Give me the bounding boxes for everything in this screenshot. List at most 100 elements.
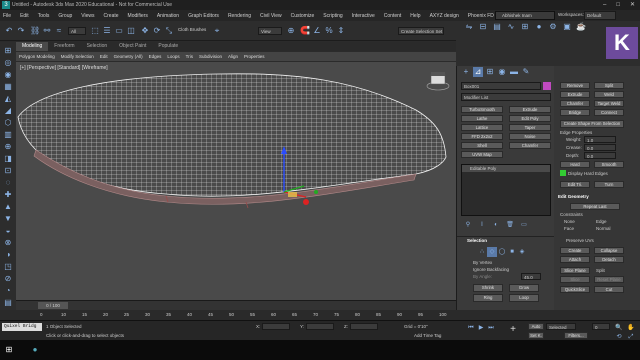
- modifier-list[interactable]: Modifier List: [461, 93, 551, 101]
- repeat-last-button[interactable]: Repeat Last: [570, 203, 620, 210]
- vertex-mode-icon[interactable]: ∴: [477, 247, 487, 257]
- left-tool-icon[interactable]: ◨: [3, 154, 13, 164]
- left-tool-icon[interactable]: ⊘: [3, 274, 13, 284]
- edit-geometry-header[interactable]: Edit Geometry: [558, 194, 589, 199]
- pivot-icon[interactable]: ⊕: [286, 26, 296, 36]
- ring-button[interactable]: Ring: [473, 294, 503, 302]
- show-end-result-icon[interactable]: Ι: [477, 220, 487, 230]
- reset-plane-button[interactable]: Reset Plane: [594, 276, 624, 283]
- redo-icon[interactable]: ↷: [16, 26, 26, 36]
- edge-command-button[interactable]: Connect: [594, 109, 624, 116]
- ribbon-subtab[interactable]: Loops: [164, 52, 182, 61]
- left-tool-icon[interactable]: ▦: [3, 82, 13, 92]
- set-key-icon[interactable]: +: [508, 325, 518, 335]
- left-tool-icon[interactable]: ◎: [3, 58, 13, 68]
- ribbon-subtab[interactable]: Edges: [146, 52, 165, 61]
- slice-plane-button[interactable]: Slice Plane: [560, 267, 590, 274]
- user-account[interactable]: Abhishek Inam: [495, 11, 555, 20]
- play-icon[interactable]: ▶: [476, 323, 486, 333]
- pin-stack-icon[interactable]: ⚲: [463, 220, 473, 230]
- select-object-icon[interactable]: ⬚: [90, 26, 100, 36]
- edge-command-button[interactable]: Remove: [560, 82, 590, 89]
- hierarchy-tab-icon[interactable]: ⊞: [485, 67, 495, 77]
- object-name-field[interactable]: Box001: [461, 82, 541, 90]
- close-icon[interactable]: ✕: [630, 0, 635, 10]
- ribbon-subtab[interactable]: Align: [225, 52, 241, 61]
- curve-editor-icon[interactable]: ∿: [506, 22, 516, 32]
- ribbon-subtab[interactable]: Properties: [241, 52, 268, 61]
- ribbon-tab[interactable]: Object Paint: [113, 42, 152, 51]
- object-color-swatch[interactable]: [543, 82, 551, 90]
- maxscript-listener[interactable]: Quixel Bridg: [2, 323, 42, 331]
- border-mode-icon[interactable]: ◯: [497, 247, 507, 257]
- ribbon-tab[interactable]: Modeling: [16, 42, 49, 51]
- constraint-none-radio[interactable]: None: [564, 219, 575, 224]
- ribbon-tab[interactable]: Populate: [152, 42, 184, 51]
- left-tool-icon[interactable]: ▤: [3, 298, 13, 308]
- reference-coordinate-select[interactable]: View: [258, 27, 282, 35]
- make-unique-icon[interactable]: ◐: [491, 220, 501, 230]
- left-tool-icon[interactable]: ⊕: [3, 142, 13, 152]
- edge-command-button[interactable]: Chamfer: [560, 100, 590, 107]
- grow-button[interactable]: Grow: [509, 284, 539, 292]
- left-tool-icon[interactable]: ▥: [3, 130, 13, 140]
- render-frame-icon[interactable]: ▣: [562, 22, 572, 32]
- viewport-label[interactable]: [+] [Perspective] [Standard] [Wireframe]: [20, 65, 108, 71]
- ribbon-subtab[interactable]: Subdivision: [196, 52, 225, 61]
- left-tool-icon[interactable]: ◌: [3, 178, 13, 188]
- smooth-button[interactable]: Smooth: [594, 161, 624, 168]
- modifier-button[interactable]: Lattice: [461, 124, 503, 131]
- menu-item[interactable]: Modifiers: [128, 13, 148, 19]
- menu-item[interactable]: Views: [81, 13, 94, 19]
- ribbon-subtab[interactable]: Geometry (All): [111, 52, 146, 61]
- ribbon-subtab[interactable]: Polygon Modeling: [16, 52, 58, 61]
- key-filters-button[interactable]: Filters...: [564, 332, 588, 339]
- selection-rollout-header[interactable]: Selection: [467, 238, 487, 243]
- left-tool-icon[interactable]: ◔: [3, 286, 13, 296]
- display-hard-edges-checkbox[interactable]: Display Hard Edges: [568, 171, 608, 176]
- hard-edge-color-swatch[interactable]: [560, 170, 566, 176]
- go-to-start-icon[interactable]: ⏮: [466, 323, 476, 333]
- shrink-button[interactable]: Shrink: [473, 284, 503, 292]
- current-frame-field[interactable]: 0: [592, 323, 610, 330]
- edge-command-button[interactable]: Split: [594, 82, 624, 89]
- menu-item[interactable]: Help: [410, 13, 420, 19]
- edit-tri-button[interactable]: Edit Tri.: [560, 181, 590, 188]
- taskbar-app-icon[interactable]: ●: [30, 345, 40, 355]
- scale-icon[interactable]: ⤡: [164, 26, 174, 36]
- quickslice-button[interactable]: QuickSlice: [560, 286, 590, 293]
- menu-item[interactable]: Rendering: [228, 13, 251, 19]
- perspective-viewport[interactable]: [+] [Perspective] [Standard] [Wireframe]: [16, 62, 456, 300]
- menu-item[interactable]: AXYZ design: [430, 13, 459, 19]
- material-editor-icon[interactable]: ●: [534, 22, 544, 32]
- layer-explorer-icon[interactable]: ▤: [492, 22, 502, 32]
- display-tab-icon[interactable]: ▬: [509, 67, 519, 77]
- polygon-mode-icon[interactable]: ■: [507, 247, 517, 257]
- unlink-icon[interactable]: ⚯: [42, 26, 52, 36]
- configure-sets-icon[interactable]: ▭: [519, 220, 529, 230]
- angle-snap-icon[interactable]: ∠: [312, 26, 322, 36]
- motion-tab-icon[interactable]: ◉: [497, 67, 507, 77]
- menu-item[interactable]: Interactive: [352, 13, 375, 19]
- left-tool-icon[interactable]: ⊗: [3, 238, 13, 248]
- set-key-button[interactable]: Set K.: [528, 332, 544, 339]
- element-mode-icon[interactable]: ◈: [517, 247, 527, 257]
- modifier-button[interactable]: FFD 2x2x2: [461, 133, 503, 140]
- link-icon[interactable]: ⛓: [30, 26, 40, 36]
- mirror-icon[interactable]: ⇋: [464, 22, 474, 32]
- track-bar[interactable]: 0 10 15 20 25 30 35 40 45 50 55 60 65 70 75 80 85 90 95 100: [0, 310, 640, 320]
- minimize-icon[interactable]: –: [603, 0, 606, 10]
- menu-item[interactable]: Civil View: [260, 13, 282, 19]
- selection-mode-select[interactable]: Selected: [546, 323, 576, 330]
- wireframe-pillow[interactable]: [16, 62, 456, 300]
- z-coordinate-field[interactable]: [350, 323, 378, 330]
- menu-item[interactable]: Scripting: [323, 13, 342, 19]
- left-tool-icon[interactable]: ◳: [3, 262, 13, 272]
- loop-button[interactable]: Loop: [509, 294, 539, 302]
- split-checkbox[interactable]: Split: [596, 268, 605, 273]
- left-tool-icon[interactable]: ▼: [3, 214, 13, 224]
- edge-mode-icon[interactable]: ◇: [487, 247, 497, 257]
- hard-button[interactable]: Hard: [560, 161, 590, 168]
- left-tool-icon[interactable]: ◭: [3, 94, 13, 104]
- depth-field[interactable]: 0.0: [584, 152, 616, 159]
